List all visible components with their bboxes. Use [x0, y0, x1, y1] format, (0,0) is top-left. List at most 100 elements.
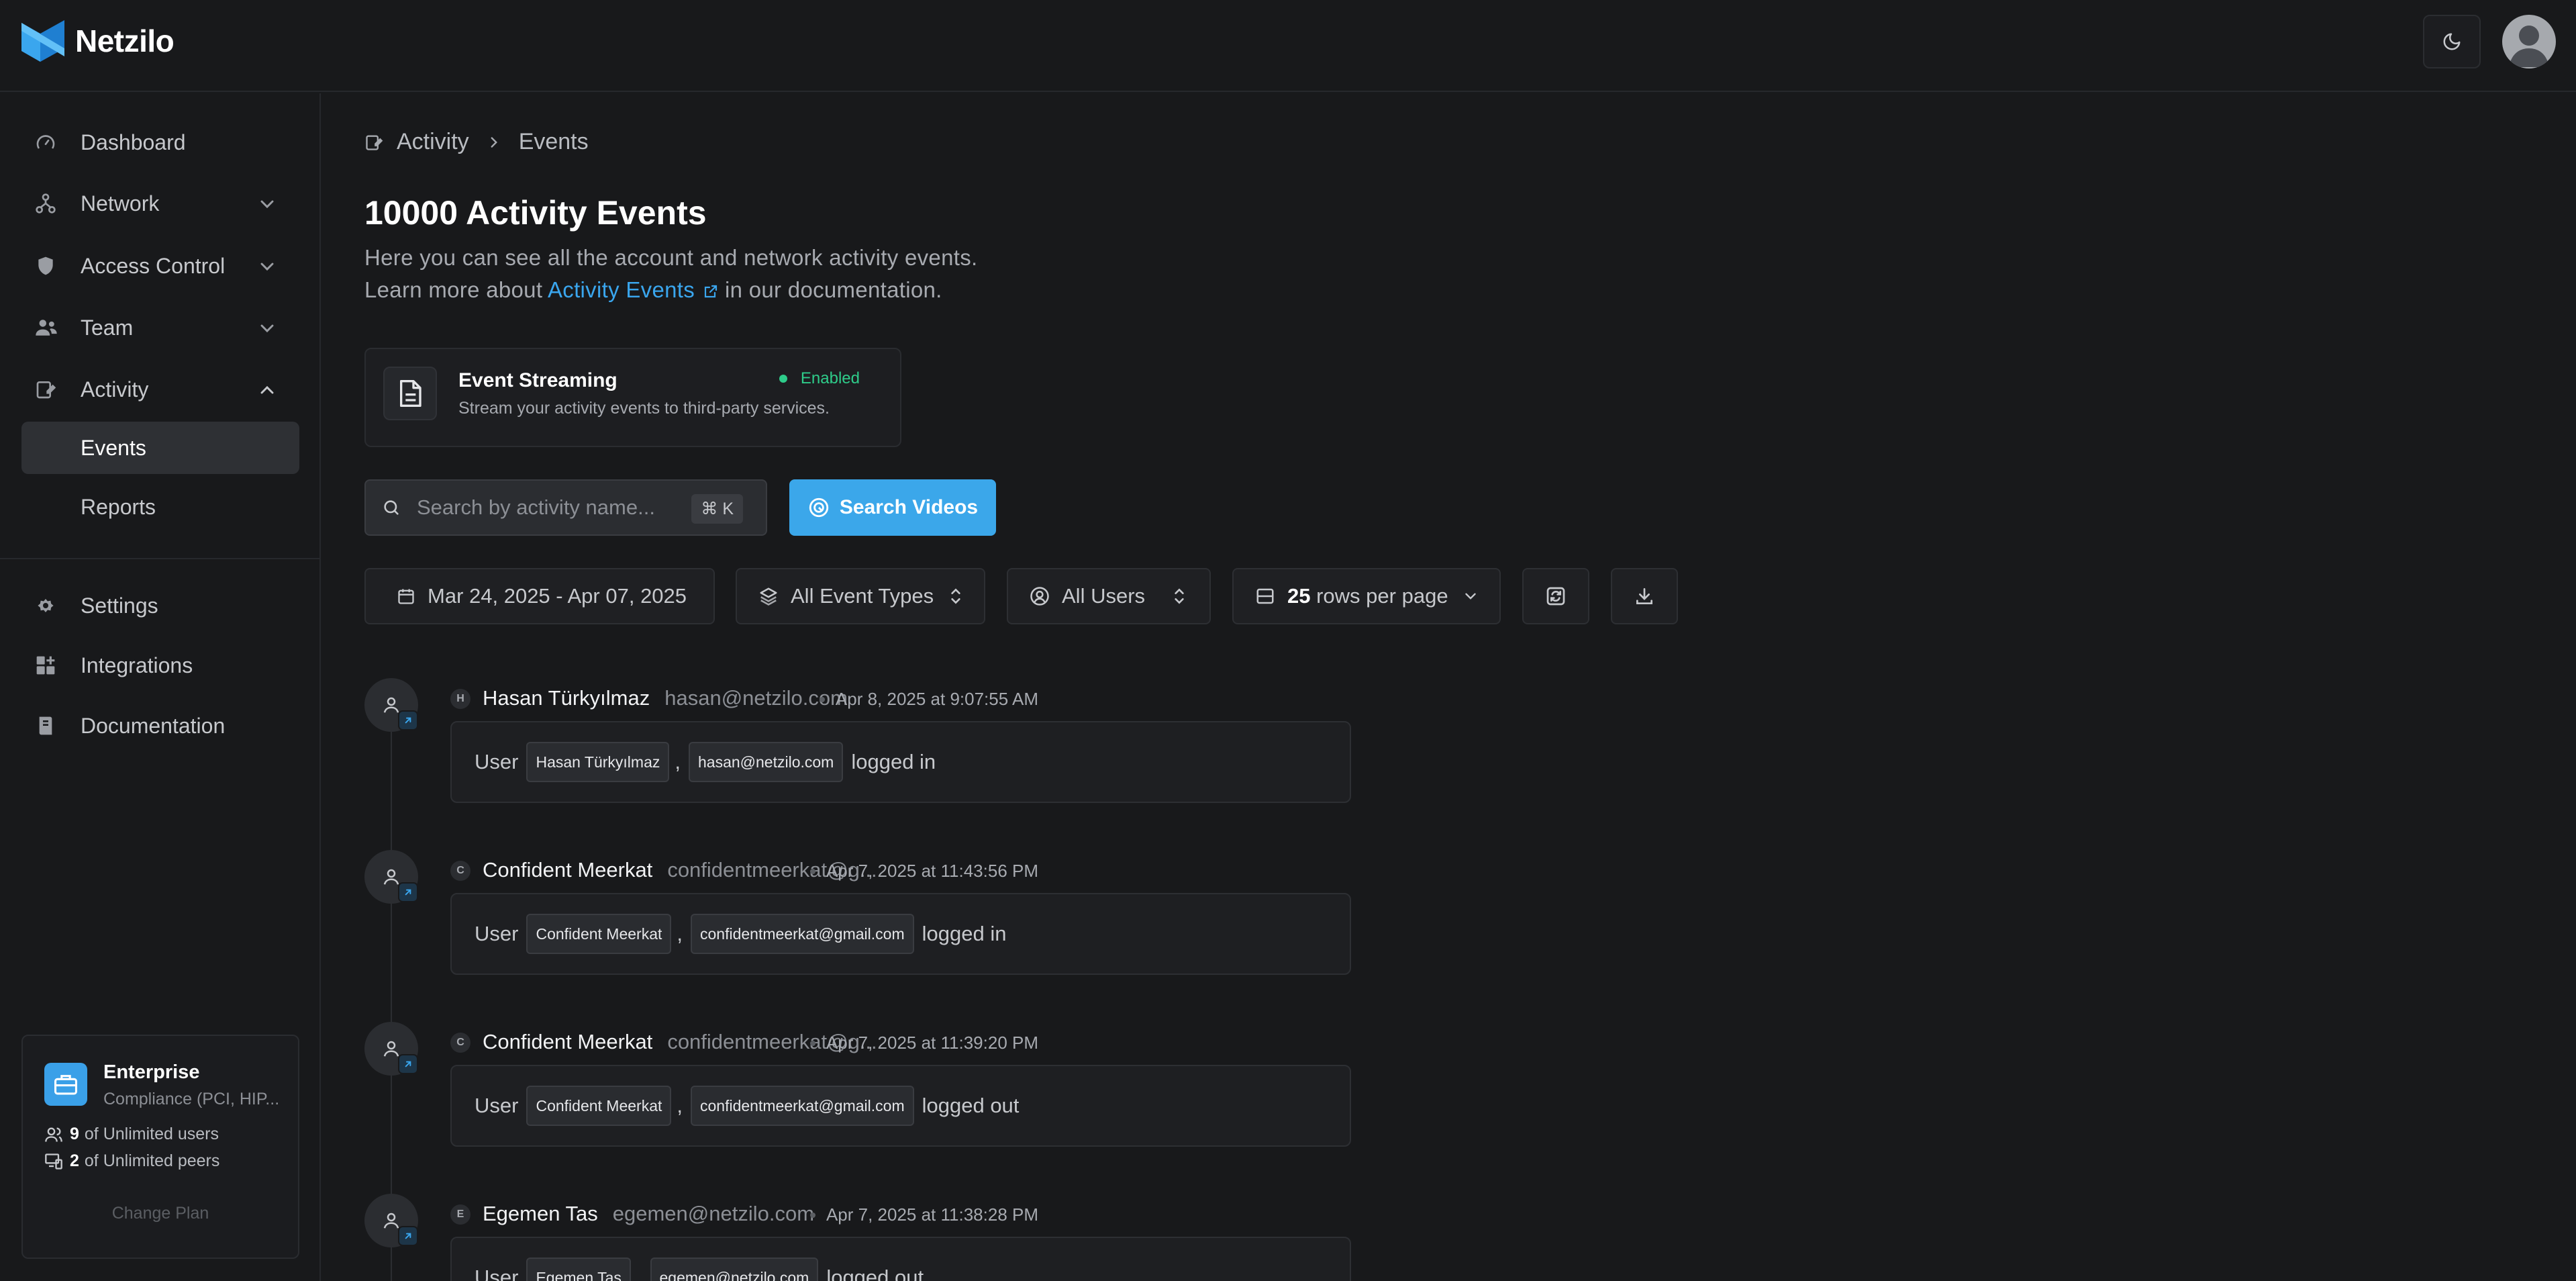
- sidebar-item-label: Reports: [81, 494, 156, 519]
- event-timestamp-text: Apr 8, 2025 at 9:07:55 AM: [835, 689, 1038, 709]
- event-prefix: User: [475, 922, 519, 945]
- netzilo-logo-icon: [21, 20, 64, 62]
- shield-icon: [35, 255, 64, 277]
- event-streaming-description: Stream your activity events to third-par…: [458, 399, 830, 418]
- event-user-email: egemen@netzilo.com: [612, 1202, 815, 1225]
- chevron-up-icon: [256, 379, 278, 401]
- plan-users-count: 9: [70, 1125, 79, 1143]
- activity-events-link[interactable]: Activity Events: [548, 277, 725, 302]
- arrow-up-right-icon: [405, 1233, 411, 1239]
- logo[interactable]: Netzilo: [20, 19, 175, 63]
- sidebar-item-team[interactable]: Team: [21, 303, 299, 352]
- login-badge: [398, 882, 418, 902]
- search-icon: [382, 498, 401, 517]
- plan-peers-row: 2 of Unlimited peers: [44, 1151, 219, 1171]
- event-streaming-title: Event Streaming: [458, 369, 617, 391]
- sidebar-item-activity[interactable]: Activity: [21, 365, 299, 414]
- sidebar-item-network[interactable]: Network: [21, 179, 299, 228]
- video-search-icon: [809, 497, 829, 518]
- chevron-down-icon: [1462, 587, 1479, 605]
- sidebar-item-label: Dashboard: [81, 130, 186, 154]
- sidebar-item-access-control[interactable]: Access Control: [21, 241, 299, 291]
- event-action: logged in: [922, 922, 1007, 945]
- calendar-icon: [397, 587, 415, 606]
- change-plan-button[interactable]: Change Plan: [23, 1204, 298, 1223]
- event-action: logged out: [826, 1266, 924, 1281]
- chevron-right-icon: [485, 134, 503, 151]
- event-type-select[interactable]: All Event Types: [736, 568, 985, 624]
- sidebar-item-label: Settings: [81, 593, 158, 618]
- user-email-chip: confidentmeerkat@gmail.com: [691, 1086, 914, 1126]
- logo-text: Netzilo: [75, 23, 175, 58]
- event-streaming-card[interactable]: Event Streaming Stream your activity eve…: [364, 348, 901, 447]
- status-dot: [779, 375, 787, 383]
- refresh-icon: [1546, 587, 1565, 606]
- rows-per-page-select[interactable]: 25 rows per page: [1232, 568, 1501, 624]
- refresh-button[interactable]: [1522, 568, 1589, 624]
- user-name-chip: Confident Meerkat: [526, 914, 672, 954]
- sidebar-item-label: Events: [81, 435, 146, 460]
- event-user-name: Confident Meerkat: [483, 1030, 653, 1053]
- event-user-name: Confident Meerkat: [483, 858, 653, 882]
- event-timestamp: Apr 7, 2025 at 11:39:20 PM: [809, 1033, 1038, 1053]
- event-message: User Hasan Türkyılmaz, hasan@netzilo.com …: [450, 721, 1351, 803]
- search-videos-button[interactable]: Search Videos: [789, 479, 996, 536]
- moon-icon: [2443, 33, 2461, 50]
- sidebar-item-documentation[interactable]: Documentation: [21, 701, 299, 751]
- search-input[interactable]: [417, 495, 685, 520]
- sidebar-item-label: Network: [81, 191, 160, 216]
- event-action: logged in: [851, 750, 936, 773]
- event-type-text: All Event Types: [791, 584, 934, 608]
- event-prefix: User: [475, 1094, 519, 1117]
- user-name-chip: Hasan Türkyılmaz: [526, 742, 670, 782]
- plan-subtitle: Compliance (PCI, HIP...: [103, 1090, 280, 1108]
- keyboard-shortcut-badge: ⌘ K: [691, 494, 743, 524]
- user-circle-icon: [1030, 586, 1050, 606]
- plan-users-text: of Unlimited users: [84, 1125, 219, 1143]
- sidebar-item-dashboard[interactable]: Dashboard: [21, 117, 299, 167]
- sidebar-divider: [0, 558, 319, 559]
- event-message: User Confident Meerkat, confidentmeerkat@…: [450, 1065, 1351, 1147]
- breadcrumb-parent[interactable]: Activity: [397, 129, 469, 155]
- sidebar-item-label: Access Control: [81, 253, 226, 278]
- sidebar-item-label: Documentation: [81, 713, 226, 738]
- sidebar-subitem-events[interactable]: Events: [21, 422, 299, 474]
- user-email-chip: confidentmeerkat@gmail.com: [691, 914, 914, 954]
- user-avatar-button[interactable]: [2502, 15, 2556, 68]
- activity-icon: [366, 135, 383, 150]
- network-icon: [35, 193, 64, 214]
- page-description: Here you can see all the account and net…: [364, 242, 977, 306]
- users-icon: [45, 1127, 62, 1142]
- date-range-picker[interactable]: Mar 24, 2025 - Apr 07, 2025: [364, 568, 715, 624]
- arrow-up-right-icon: [405, 1061, 411, 1068]
- search-videos-label: Search Videos: [839, 496, 979, 518]
- user-avatar-icon: [2509, 26, 2549, 67]
- sidebar: Dashboard Network Access Control Team Ac…: [0, 93, 321, 1281]
- download-icon: [1636, 588, 1652, 604]
- date-range-text: Mar 24, 2025 - Apr 07, 2025: [428, 584, 687, 608]
- theme-toggle-button[interactable]: [2423, 15, 2481, 68]
- chevron-down-icon: [256, 193, 278, 215]
- plan-users-row: 9 of Unlimited users: [44, 1125, 219, 1144]
- document-icon: [383, 367, 437, 420]
- activity-icon: [35, 379, 64, 400]
- sidebar-item-label: Activity: [81, 377, 149, 401]
- login-badge: [398, 710, 418, 730]
- sidebar-item-settings[interactable]: Settings: [21, 581, 299, 630]
- sidebar-subitem-reports[interactable]: Reports: [21, 481, 299, 533]
- logout-badge: [398, 1226, 418, 1246]
- event-timestamp-text: Apr 7, 2025 at 11:38:28 PM: [826, 1204, 1038, 1225]
- users-select[interactable]: All Users: [1007, 568, 1211, 624]
- event-item: C Confident Meerkat confidentmeerkat@g...…: [364, 850, 1351, 998]
- event-prefix: User: [475, 1266, 519, 1281]
- external-link-icon: [704, 285, 717, 298]
- activity-events-link-text: Activity Events: [547, 277, 695, 302]
- user-email-chip: hasan@netzilo.com: [689, 742, 844, 782]
- event-message: User Egemen Tas, egemen@netzilo.com logge…: [450, 1237, 1351, 1281]
- event-user-initial: E: [450, 1204, 470, 1225]
- plan-peers-count: 2: [70, 1151, 79, 1170]
- rows-count: 25: [1287, 584, 1311, 608]
- download-button[interactable]: [1611, 568, 1678, 624]
- event-user-initial: H: [450, 689, 470, 709]
- sidebar-item-integrations[interactable]: Integrations: [21, 640, 299, 690]
